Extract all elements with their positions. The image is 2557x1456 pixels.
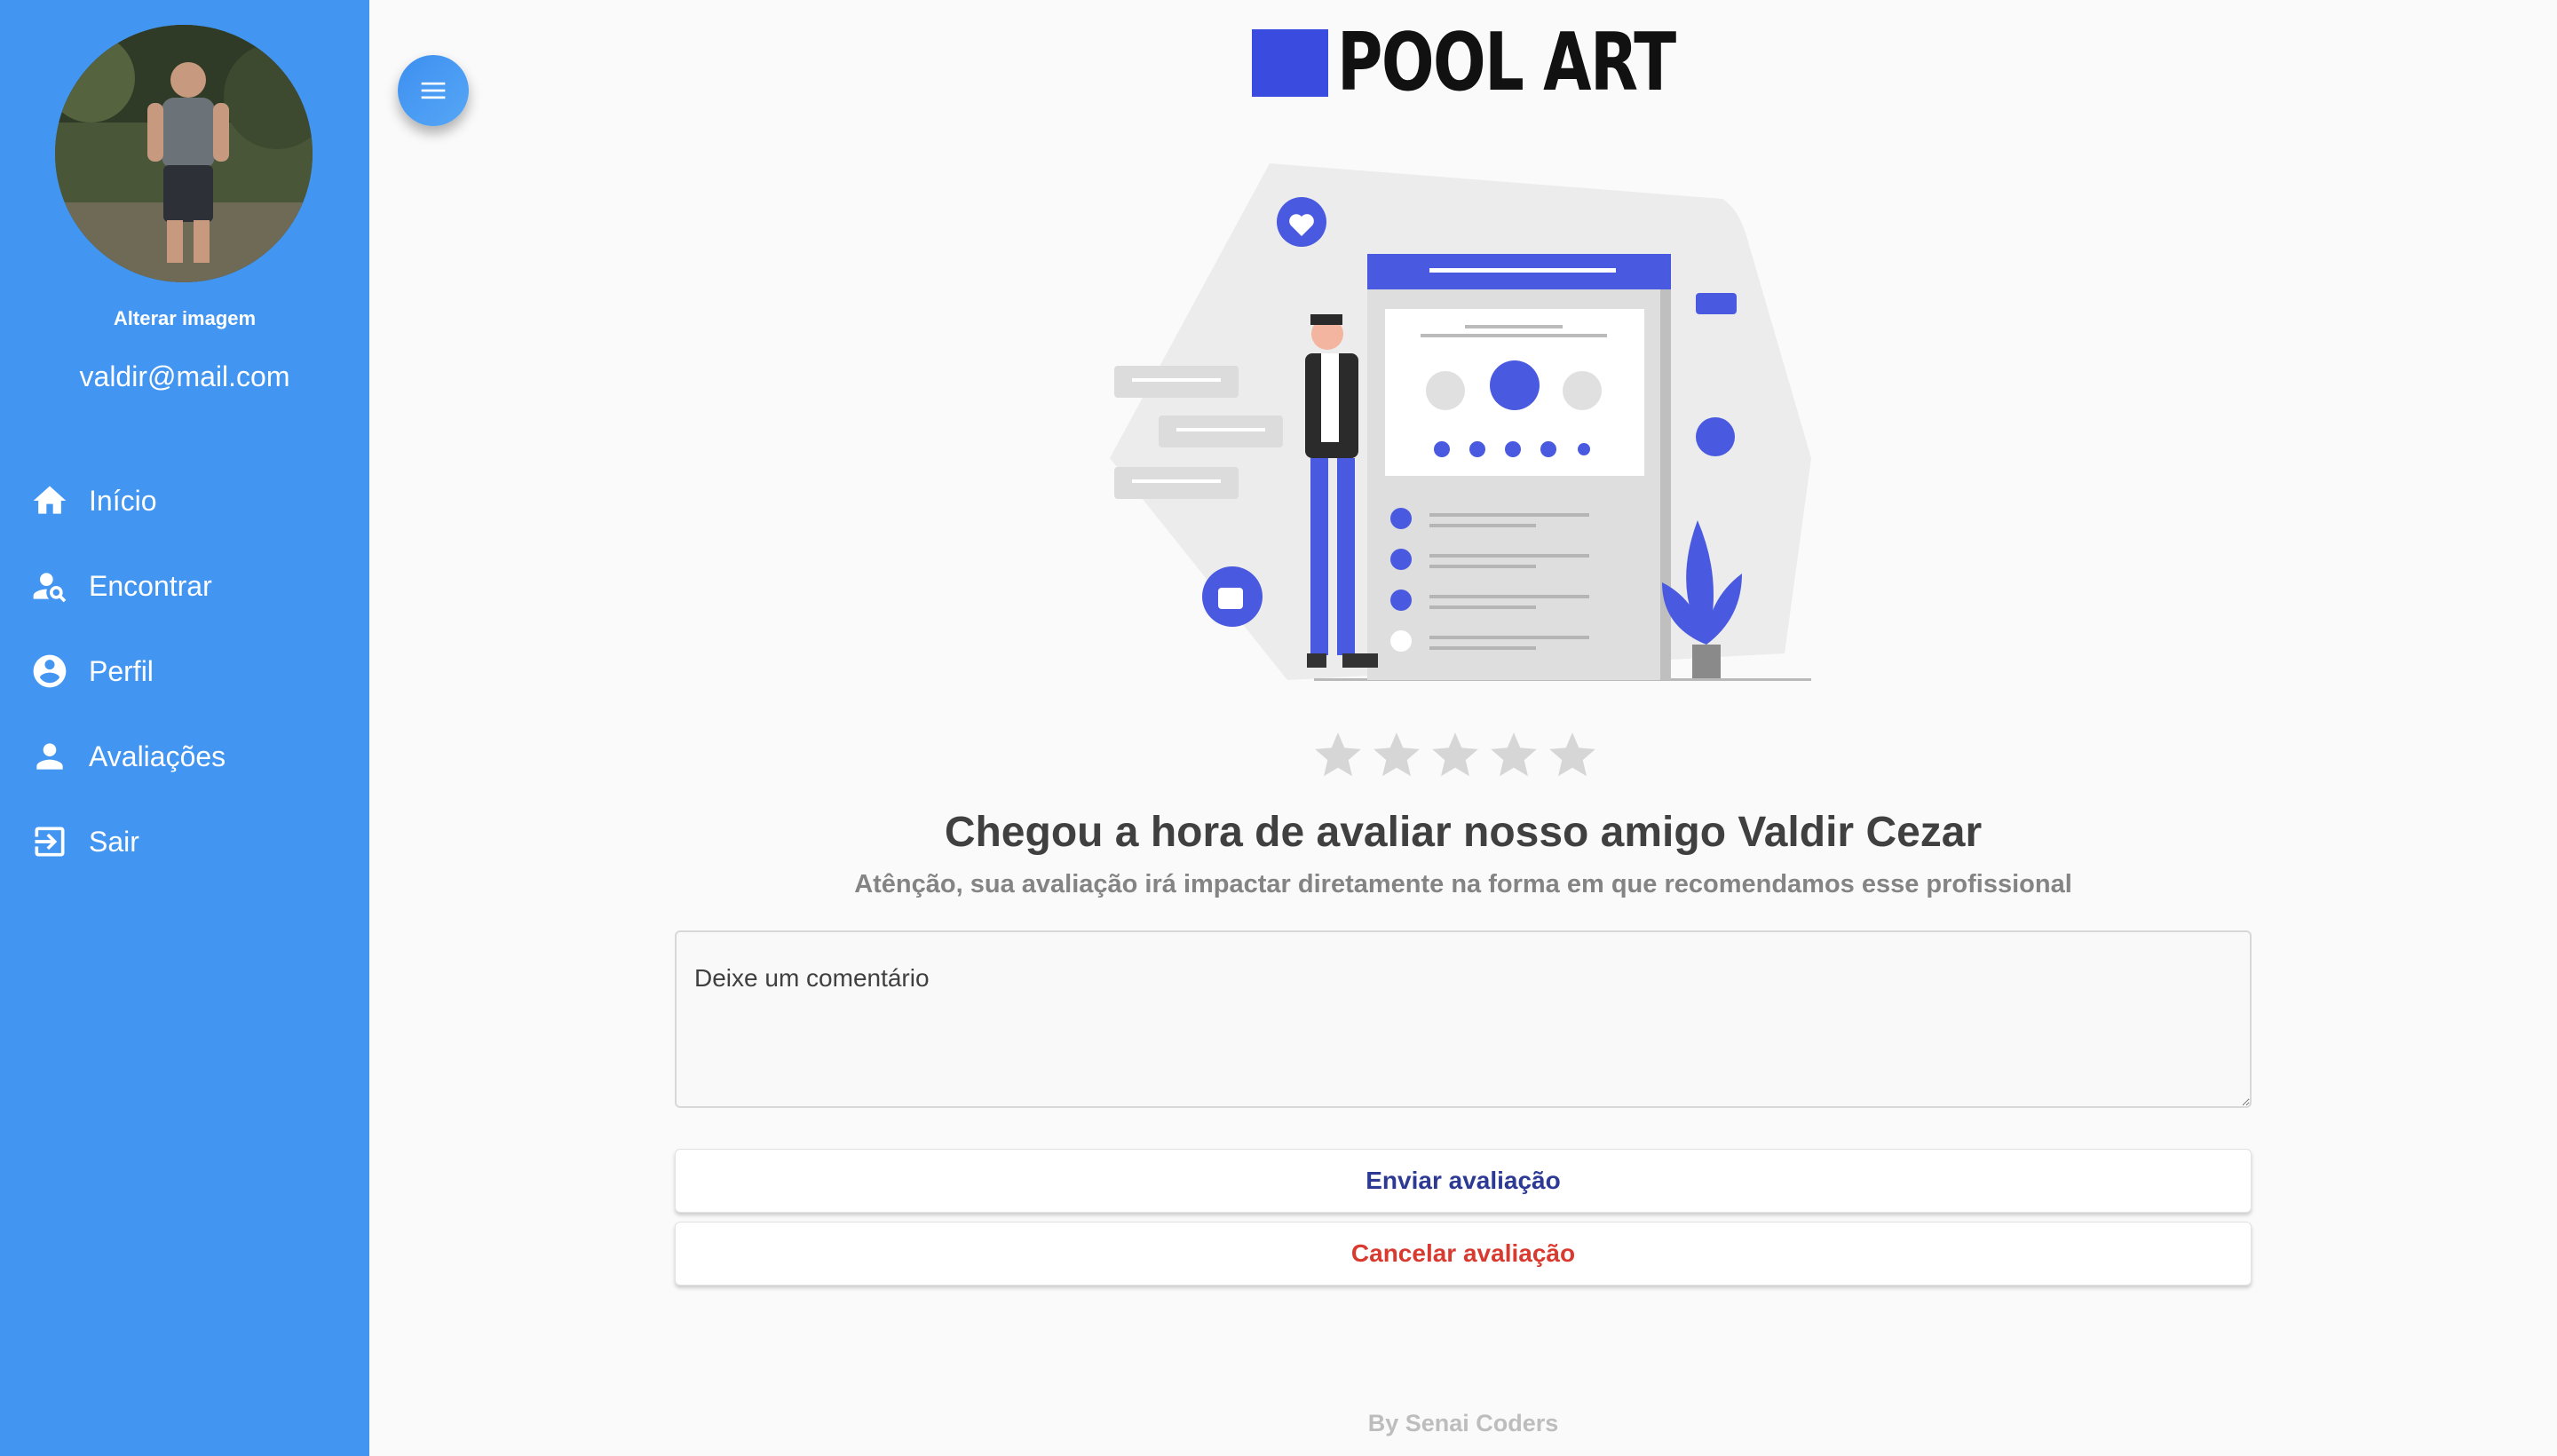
star-3-icon[interactable] <box>1428 728 1483 783</box>
sidebar-item-label: Perfil <box>89 654 154 687</box>
submit-review-button[interactable]: Enviar avaliação <box>675 1149 2252 1213</box>
feedback-illustration <box>1110 163 1811 681</box>
home-icon <box>33 486 67 514</box>
person-search-icon <box>33 573 67 603</box>
sidebar: Alterar imagem valdir@mail.com Início En… <box>0 0 369 1456</box>
footer-credit: By Senai Coders <box>1367 1410 1559 1436</box>
user-email: valdir@mail.com <box>79 360 290 392</box>
sidebar-item-sair[interactable]: Sair <box>0 799 369 884</box>
hamburger-menu-icon <box>421 82 446 99</box>
star-5-icon[interactable] <box>1545 728 1600 783</box>
sidebar-item-encontrar[interactable]: Encontrar <box>0 543 369 629</box>
star-2-icon[interactable] <box>1369 728 1424 783</box>
star-rating <box>1310 728 1600 783</box>
logout-icon <box>35 827 65 857</box>
comment-textarea[interactable] <box>675 930 2252 1108</box>
sidebar-item-label: Início <box>89 484 157 517</box>
star-4-icon[interactable] <box>1486 728 1541 783</box>
sidebar-item-label: Avaliações <box>89 740 226 772</box>
sidebar-item-avaliacoes[interactable]: Avaliações <box>0 714 369 799</box>
avatar[interactable] <box>55 25 313 282</box>
person-icon <box>36 743 63 770</box>
sidebar-item-label: Encontrar <box>89 569 212 602</box>
account-circle-icon <box>33 654 67 688</box>
page-subtitle: Atênção, sua avaliação irá impactar dire… <box>854 870 2072 898</box>
sidebar-item-label: Sair <box>89 825 139 858</box>
brand-name: POOL ART <box>1337 16 1676 109</box>
menu-toggle-button[interactable] <box>398 55 469 126</box>
sidebar-item-inicio[interactable]: Início <box>0 458 369 543</box>
star-1-icon[interactable] <box>1310 728 1366 783</box>
logo-mark <box>1252 29 1328 97</box>
change-image-link[interactable]: Alterar imagem <box>0 307 369 330</box>
brand-logo: POOL ART <box>1252 23 1770 103</box>
sidebar-nav: Início Encontrar Perfil Avaliações Sair <box>0 458 369 884</box>
cancel-review-button[interactable]: Cancelar avaliação <box>675 1222 2252 1286</box>
sidebar-item-perfil[interactable]: Perfil <box>0 629 369 714</box>
page-title: Chegou a hora de avaliar nosso amigo Val… <box>944 809 1983 856</box>
